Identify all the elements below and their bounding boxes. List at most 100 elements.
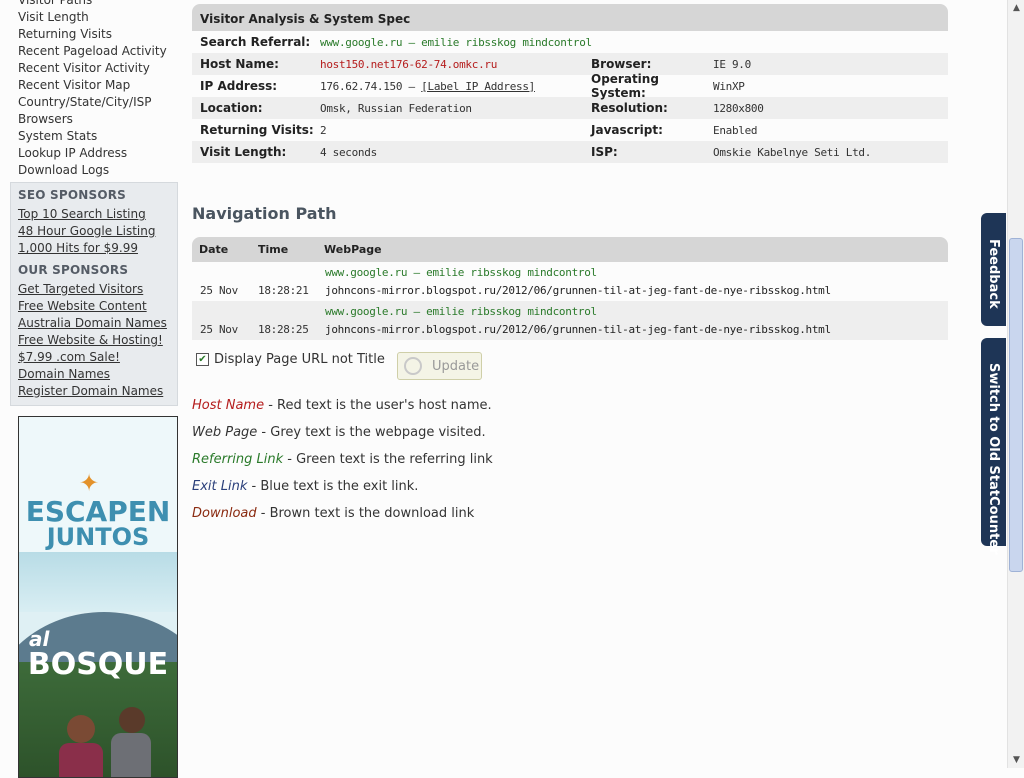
javascript-value: Enabled xyxy=(713,123,758,137)
legend-text: - Blue text is the exit link. xyxy=(247,479,419,494)
visit-length-value: 4 seconds xyxy=(320,145,377,159)
row-time: 18:28:25 xyxy=(258,323,309,336)
update-button-label: Update xyxy=(432,358,480,374)
sidebar-link-lookup-ip[interactable]: Lookup IP Address xyxy=(18,145,167,162)
navigation-path-table: Date Time WebPage 25 Nov 18:28:21 www.go… xyxy=(192,237,948,340)
row-webpage-link[interactable]: johncons-mirror.blogspot.ru/2012/06/grun… xyxy=(325,323,831,336)
sidebar-link-visit-length[interactable]: Visit Length xyxy=(18,9,167,26)
butterfly-icon: ✦ xyxy=(79,469,100,497)
feedback-tab-label: Feedback xyxy=(986,239,1001,309)
spec-label: Resolution: xyxy=(591,101,668,115)
spec-label: Javascript: xyxy=(591,123,663,137)
table-row: 25 Nov 18:28:25 www.google.ru — emilie r… xyxy=(192,301,948,340)
ip-address-value: 176.62.74.150 — xyxy=(320,79,422,93)
navigation-path-title: Navigation Path xyxy=(192,204,337,223)
row-date: 25 Nov xyxy=(200,323,238,336)
legend-text: - Brown text is the download link xyxy=(256,506,475,521)
row-webpage-link[interactable]: johncons-mirror.blogspot.ru/2012/06/grun… xyxy=(325,284,831,297)
sponsor-link[interactable]: 48 Hour Google Listing xyxy=(18,223,177,240)
legend-item: Referring Link - Green text is the refer… xyxy=(192,446,493,473)
ad-text-line4: BOSQUE xyxy=(27,647,169,682)
spec-label: Browser: xyxy=(591,57,652,71)
display-url-label: Display Page URL not Title xyxy=(214,352,385,367)
sponsor-box: SEO SPONSORS Top 10 Search Listing 48 Ho… xyxy=(10,182,178,406)
sponsor-link[interactable]: Australia Domain Names xyxy=(18,315,177,332)
spec-label: Search Referral: xyxy=(200,35,311,49)
color-legend: Host Name - Red text is the user's host … xyxy=(192,392,493,527)
sidebar-link-returning-visits[interactable]: Returning Visits xyxy=(18,26,167,43)
sidebar-link-recent-visitor-map[interactable]: Recent Visitor Map xyxy=(18,77,167,94)
browser-value: IE 9.0 xyxy=(713,57,751,71)
refresh-icon xyxy=(404,357,422,375)
sidebar-link-browsers[interactable]: Browsers xyxy=(18,111,167,128)
column-header-date: Date xyxy=(199,243,229,256)
scrollbar-thumb[interactable] xyxy=(1009,238,1023,572)
spec-panel-title: Visitor Analysis & System Spec xyxy=(192,4,948,31)
sidebar-link-recent-pageload[interactable]: Recent Pageload Activity xyxy=(18,43,167,60)
resolution-value: 1280x800 xyxy=(713,101,764,115)
legend-item: Exit Link - Blue text is the exit link. xyxy=(192,473,493,500)
label-ip-address-link[interactable]: [Label IP Address] xyxy=(421,80,535,93)
spec-row: Host Name: host150.net176-62-74.omkc.ru … xyxy=(192,53,948,75)
sponsor-link[interactable]: Top 10 Search Listing xyxy=(18,206,177,223)
legend-text: - Red text is the user's host name. xyxy=(264,398,492,413)
display-url-checkbox[interactable]: ✔ xyxy=(196,353,209,366)
os-value: WinXP xyxy=(713,79,745,93)
spec-label: ISP: xyxy=(591,145,618,159)
location-value: Omsk, Russian Federation xyxy=(320,101,472,115)
row-referrer-link[interactable]: www.google.ru — emilie ribsskog mindcont… xyxy=(325,266,597,279)
sidebar-link-system-stats[interactable]: System Stats xyxy=(18,128,167,145)
table-row: 25 Nov 18:28:21 www.google.ru — emilie r… xyxy=(192,262,948,301)
host-name-value: host150.net176-62-74.omkc.ru xyxy=(320,57,498,71)
sponsor-link[interactable]: Domain Names xyxy=(18,366,177,383)
spec-row: IP Address: 176.62.74.150 — [Label IP Ad… xyxy=(192,72,948,100)
sidebar: Visitor Paths Visit Length Returning Vis… xyxy=(10,0,180,778)
scroll-down-icon[interactable]: ▼ xyxy=(1008,752,1024,768)
sponsor-link[interactable]: $7.99 .com Sale! xyxy=(18,349,177,366)
sidebar-link-country-isp[interactable]: Country/State/City/ISP xyxy=(18,94,167,111)
sponsor-link[interactable]: Free Website & Hosting! xyxy=(18,332,177,349)
sidebar-link-recent-visitor-activity[interactable]: Recent Visitor Activity xyxy=(18,60,167,77)
scroll-up-icon[interactable]: ▲ xyxy=(1008,0,1024,16)
sponsor-link[interactable]: Get Targeted Visitors xyxy=(18,281,177,298)
spec-row: Location: Omsk, Russian Federation Resol… xyxy=(192,97,948,119)
ad-sky-band xyxy=(19,552,177,612)
update-button[interactable]: Update xyxy=(397,352,482,380)
column-header-time: Time xyxy=(258,243,289,256)
switch-old-statcounter-tab[interactable]: Switch to Old StatCounter xyxy=(981,338,1006,555)
legend-item: Web Page - Grey text is the webpage visi… xyxy=(192,419,493,446)
sidebar-nav: Visitor Paths Visit Length Returning Vis… xyxy=(18,0,167,179)
row-date: 25 Nov xyxy=(200,284,238,297)
vertical-scrollbar[interactable]: ▲ ▼ xyxy=(1007,0,1024,768)
row-referrer-link[interactable]: www.google.ru — emilie ribsskog mindcont… xyxy=(325,305,597,318)
legend-key: Referring Link xyxy=(192,452,284,467)
sponsor-link[interactable]: Register Domain Names xyxy=(18,383,177,400)
spec-label: Operating System: xyxy=(591,72,659,100)
display-url-option[interactable]: ✔ Display Page URL not Title xyxy=(196,352,385,367)
column-header-webpage: WebPage xyxy=(324,243,382,256)
legend-key: Web Page xyxy=(192,425,258,440)
advertisement-banner[interactable]: ✦ ESCAPEN JUNTOS al BOSQUE xyxy=(18,416,178,778)
our-sponsors-heading: OUR SPONSORS xyxy=(18,263,129,277)
switch-tab-label: Switch to Old StatCounter xyxy=(986,363,1001,555)
feedback-tab[interactable]: Feedback xyxy=(981,213,1006,326)
legend-key: Host Name xyxy=(192,398,265,413)
ip-address-cell: 176.62.74.150 — [Label IP Address] xyxy=(320,80,591,93)
row-time: 18:28:21 xyxy=(258,284,309,297)
legend-item: Host Name - Red text is the user's host … xyxy=(192,392,493,419)
sidebar-link-download-logs[interactable]: Download Logs xyxy=(18,162,167,179)
visitor-spec-panel: Visitor Analysis & System Spec Search Re… xyxy=(192,4,948,163)
search-referral-link[interactable]: www.google.ru — emilie ribsskog mindcont… xyxy=(320,36,592,49)
seo-sponsors-heading: SEO SPONSORS xyxy=(18,188,127,202)
returning-visits-value: 2 xyxy=(320,123,327,137)
isp-value: Omskie Kabelnye Seti Ltd. xyxy=(713,145,872,159)
legend-key: Download xyxy=(192,506,257,521)
ad-text-line2: JUNTOS xyxy=(46,523,150,551)
sponsor-link[interactable]: Free Website Content xyxy=(18,298,177,315)
spec-row: Visit Length: 4 seconds ISP: Omskie Kabe… xyxy=(192,141,948,163)
legend-key: Exit Link xyxy=(192,479,248,494)
spec-label: IP Address: xyxy=(200,79,278,93)
sponsor-link[interactable]: 1,000 Hits for $9.99 xyxy=(18,240,177,257)
legend-text: - Grey text is the webpage visited. xyxy=(257,425,486,440)
sidebar-link-visitor-paths[interactable]: Visitor Paths xyxy=(18,0,167,9)
